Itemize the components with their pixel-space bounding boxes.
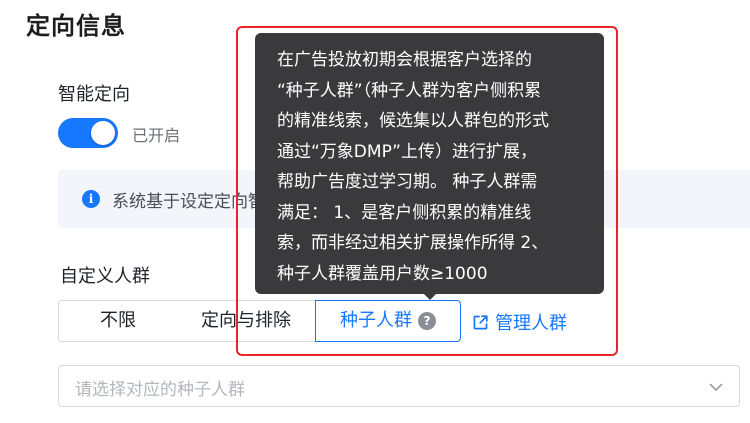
- tooltip-line: 种子人群覆盖用户数≥1000: [277, 263, 488, 284]
- smart-targeting-label: 智能定向: [58, 84, 130, 105]
- seed-audience-select[interactable]: 请选择对应的种子人群: [58, 365, 740, 407]
- select-placeholder: 请选择对应的种子人群: [75, 380, 245, 400]
- toggle-status-text: 已开启: [132, 126, 181, 145]
- page-title: 定向信息: [26, 12, 126, 40]
- tab-unlimited[interactable]: 不限: [58, 300, 178, 342]
- tooltip-line: 帮助广告度过学习期。 种子人群需: [277, 172, 538, 192]
- tooltip-arrow: [422, 292, 438, 300]
- custom-audience-label: 自定义人群: [60, 266, 150, 287]
- tooltip-line: 索，而非经过相关扩展操作所得 2、: [277, 233, 549, 253]
- toggle-knob: [91, 121, 115, 145]
- seed-audience-tooltip: 在广告投放初期会根据客户选择的 “种子人群”（种子人群为客户侧积累 的精准线索，…: [255, 33, 604, 294]
- tooltip-line: 通过“万象DMP”上传）进行扩展，: [277, 141, 537, 162]
- smart-targeting-toggle[interactable]: [58, 118, 118, 148]
- info-icon: i: [82, 190, 100, 208]
- tooltip-line: 满足： 1、是客户侧积累的精准线: [277, 202, 532, 223]
- tooltip-line: 在广告投放初期会根据客户选择的: [277, 50, 532, 70]
- tooltip-line: “种子人群”（种子人群为客户侧积累: [277, 80, 542, 101]
- tooltip-line: 的精准线索，候选集以人群包的形式: [277, 111, 549, 131]
- chevron-down-icon: [709, 383, 723, 391]
